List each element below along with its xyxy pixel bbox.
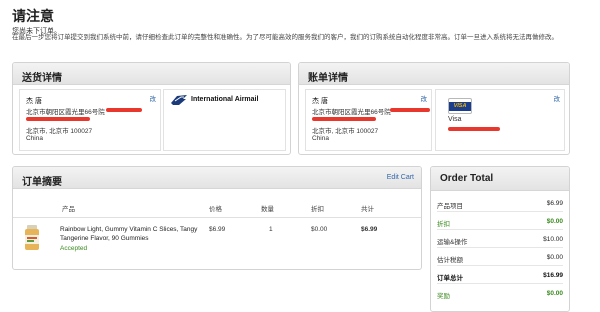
shipping-method-name: International Airmail xyxy=(191,96,259,103)
billing-details-title: 账单详情 xyxy=(299,63,569,85)
billing-name-redaction xyxy=(312,117,376,121)
total-label-tax: 估计税额 xyxy=(437,257,463,264)
billing-address-edit-link[interactable]: 改 xyxy=(421,93,428,103)
billing-name: 杰 唐 xyxy=(312,98,328,105)
billing-address-card[interactable]: 杰 唐 改 北京市朝阳区霞光里66号院 北京市, 北京市 100027 Chin… xyxy=(305,89,432,151)
table-header-divider xyxy=(13,217,421,218)
total-value-products: $6.99 xyxy=(546,200,563,207)
order-summary-title: 订单摘要 xyxy=(13,167,421,189)
product-price: $6.99 xyxy=(209,226,226,233)
column-header-quantity: 数量 xyxy=(261,206,274,213)
usps-eagle-icon xyxy=(170,94,188,107)
shipping-country: China xyxy=(26,135,43,142)
column-header-total: 共计 xyxy=(361,206,374,213)
total-row-tax: 估计税额 $0.00 xyxy=(437,249,563,266)
total-value-rewards: $0.00 xyxy=(546,290,563,297)
order-total-title: Order Total xyxy=(431,167,569,191)
column-header-discount: 折扣 xyxy=(311,206,324,213)
billing-address-line: 北京市朝阳区霞光里66号院 xyxy=(312,109,391,116)
total-label-shipping: 运输&操作 xyxy=(437,239,468,246)
billing-country: China xyxy=(312,135,329,142)
shipping-address-line: 北京市朝阳区霞光里66号院 xyxy=(26,109,105,116)
shipping-address-card[interactable]: 杰 唐 改 北京市朝阳区霞光里66号院 北京市, 北京市 100027 Chin… xyxy=(19,89,161,151)
shipping-details-title: 送货详情 xyxy=(13,63,290,85)
page-title: 请注意 xyxy=(12,8,54,24)
edit-cart-link[interactable]: Edit Cart xyxy=(387,174,414,181)
total-row-rewards: 奖励 $0.00 xyxy=(437,285,563,302)
billing-details-panel: 账单详情 杰 唐 改 北京市朝阳区霞光里66号院 北京市, 北京市 100027… xyxy=(298,62,570,155)
product-status: Accepted xyxy=(60,245,88,252)
payment-method-card[interactable]: 改 VISA Visa xyxy=(435,89,565,151)
total-label-discount: 折扣 xyxy=(437,221,450,228)
product-quantity: 1 xyxy=(269,226,273,233)
total-row-products: 产品项目 $6.99 xyxy=(437,195,563,212)
total-value-order-total: $16.99 xyxy=(543,272,563,279)
payment-method-edit-link[interactable]: 改 xyxy=(554,93,561,103)
order-summary-panel: 订单摘要 Edit Cart 产品 价格 数量 折扣 共计 Rainbow Li… xyxy=(12,166,422,270)
product-total: $6.99 xyxy=(361,226,378,233)
shipping-address-edit-link[interactable]: 改 xyxy=(150,93,157,103)
order-total-panel: Order Total 产品项目 $6.99 折扣 $0.00 运输&操作 $1… xyxy=(430,166,570,312)
shipping-city-line: 北京市, 北京市 100027 xyxy=(26,128,93,135)
total-value-discount: $0.00 xyxy=(546,218,563,225)
total-row-order-total: 订单总计 $16.99 xyxy=(437,267,563,284)
billing-city-line: 北京市, 北京市 100027 xyxy=(312,128,379,135)
total-row-shipping: 运输&操作 $10.00 xyxy=(437,231,563,248)
total-value-shipping: $10.00 xyxy=(543,236,563,243)
shipping-recipient-name: 杰 唐 xyxy=(26,98,42,105)
payment-card-redaction xyxy=(448,127,500,131)
notice-body: 在最后一步您将订单提交到我们系统中前，请仔细检查此订单的完整性和准确性。为了尽可… xyxy=(12,34,558,41)
column-header-product: 产品 xyxy=(62,206,75,213)
product-name[interactable]: Rainbow Light, Gummy Vitamin C Slices, T… xyxy=(60,226,198,243)
shipping-name-redaction xyxy=(26,117,90,121)
total-label-products: 产品项目 xyxy=(437,203,463,210)
total-value-tax: $0.00 xyxy=(546,254,563,261)
visa-card-icon: VISA xyxy=(448,98,472,114)
billing-address-redaction xyxy=(390,108,430,112)
payment-method-label: Visa xyxy=(448,116,462,123)
shipping-address-redaction xyxy=(106,108,142,112)
shipping-details-panel: 送货详情 杰 唐 改 北京市朝阳区霞光里66号院 北京市, 北京市 100027… xyxy=(12,62,291,155)
vitamin-bottle-icon xyxy=(25,225,39,250)
shipping-method-card[interactable]: International Airmail xyxy=(163,89,286,151)
product-discount: $0.00 xyxy=(311,226,328,233)
column-header-price: 价格 xyxy=(209,206,222,213)
total-label-order-total: 订单总计 xyxy=(437,275,463,282)
visa-card-brand: VISA xyxy=(449,102,471,111)
total-row-discount: 折扣 $0.00 xyxy=(437,213,563,230)
total-label-rewards: 奖励 xyxy=(437,293,450,300)
